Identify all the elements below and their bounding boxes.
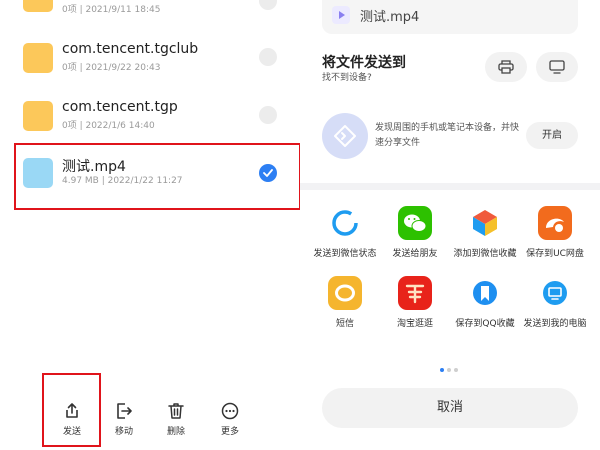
file-meta: 0项 | 2021/9/22 20:43: [62, 63, 161, 73]
wechat-status-icon: [328, 206, 362, 240]
trash-icon: [168, 403, 184, 419]
app-my-computer[interactable]: 发送到我的电脑: [520, 276, 590, 331]
send-highlight: [42, 373, 101, 447]
cancel-button[interactable]: 取消: [322, 388, 578, 428]
app-qq-favorites[interactable]: 保存到QQ收藏: [450, 276, 520, 331]
select-radio[interactable]: [259, 106, 277, 124]
folder-icon: [23, 43, 53, 73]
app-label: 发送给朋友: [392, 249, 438, 259]
delete-label: 删除: [166, 427, 185, 437]
uc-icon: [538, 206, 572, 240]
sms-icon: [328, 276, 362, 310]
app-label: 短信: [335, 319, 354, 329]
app-wechat-favorites[interactable]: 添加到微信收藏: [450, 206, 520, 261]
section-divider: [300, 183, 600, 190]
monitor-icon: [549, 60, 565, 74]
select-radio[interactable]: [259, 0, 277, 10]
more-icon: [221, 402, 239, 420]
nearby-share-description: 发现周围的手机或笔记本设备，并快速分享文件: [375, 123, 520, 148]
send-to-title: 将文件发送到: [322, 55, 406, 71]
app-label: 保存到UC网盘: [526, 249, 584, 259]
file-meta: 0项 | 2022/1/6 14:40: [62, 121, 155, 131]
file-row-tgclub[interactable]: com.tencent.tgclub 0项 | 2021/9/22 20:43: [0, 26, 300, 90]
move-label: 移动: [114, 427, 133, 437]
app-uc-drive[interactable]: 保存到UC网盘: [520, 206, 590, 261]
app-label: 淘宝逛逛: [396, 319, 433, 329]
app-sms[interactable]: 短信: [310, 276, 380, 331]
selection-highlight: [14, 143, 301, 210]
folder-icon: [23, 101, 53, 131]
more-label: 更多: [220, 427, 239, 437]
app-wechat-friend[interactable]: 发送给朋友: [380, 206, 450, 261]
wechat-favorites-icon: [468, 206, 502, 240]
shared-file-name: 测试.mp4: [360, 10, 420, 25]
app-label: 发送到我的电脑: [523, 319, 587, 329]
qq-favorites-icon: [468, 276, 502, 310]
move-icon: [117, 403, 132, 419]
taobao-icon: [398, 276, 432, 310]
wechat-icon: [398, 206, 432, 240]
move-button[interactable]: 移动: [104, 390, 144, 440]
share-sheet: 测试.mp4 将文件发送到 找不到设备? 发现周围的手机或笔记本设备，并快速分享…: [300, 0, 600, 450]
select-radio[interactable]: [259, 48, 277, 66]
app-taobao[interactable]: 淘宝逛逛: [380, 276, 450, 331]
printer-icon: [498, 60, 514, 74]
delete-button[interactable]: 删除: [156, 390, 196, 440]
more-button[interactable]: 更多: [210, 390, 250, 440]
file-row-tgp[interactable]: com.tencent.tgp 0项 | 2022/1/6 14:40: [0, 84, 300, 148]
shared-file-chip: 测试.mp4: [322, 0, 578, 34]
app-label: 发送到微信状态: [313, 249, 377, 259]
app-label: 添加到微信收藏: [453, 249, 517, 259]
folder-icon: [23, 0, 53, 12]
app-label: 保存到QQ收藏: [455, 319, 515, 329]
device-not-found-link[interactable]: 找不到设备?: [322, 70, 372, 83]
file-name: com.tencent.tgclub: [62, 41, 199, 57]
page-indicator: [440, 357, 461, 376]
page-dot[interactable]: [447, 368, 451, 372]
my-computer-icon: [538, 276, 572, 310]
nearby-share-icon: [322, 113, 368, 159]
file-manager-panel: 0项 | 2021/9/11 18:45 com.tencent.tgclub …: [0, 0, 301, 450]
enable-nearby-button[interactable]: 开启: [526, 122, 578, 149]
app-wechat-status[interactable]: 发送到微信状态: [310, 206, 380, 261]
page-dot-active[interactable]: [440, 368, 444, 372]
file-meta: 0项 | 2021/9/11 18:45: [62, 5, 161, 15]
file-name: com.tencent.tgp: [62, 99, 178, 115]
video-file-icon: [332, 6, 350, 24]
printer-button[interactable]: [485, 52, 527, 82]
screen-cast-button[interactable]: [536, 52, 578, 82]
page-dot[interactable]: [454, 368, 458, 372]
